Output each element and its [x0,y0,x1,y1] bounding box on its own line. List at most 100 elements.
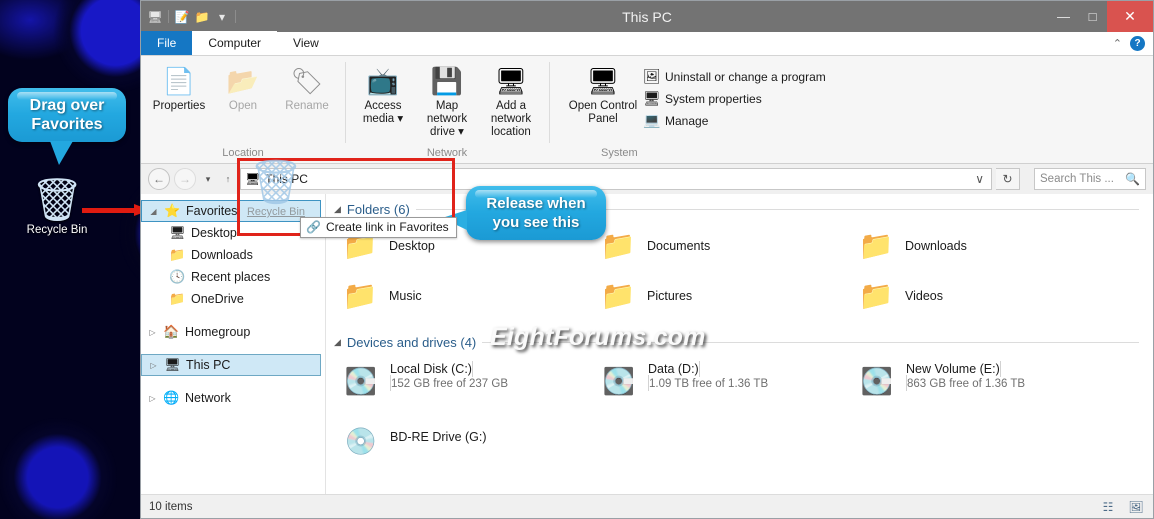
rename-button[interactable]: 🏷 Rename [275,60,339,113]
close-button[interactable]: ✕ [1107,1,1153,32]
system-properties-item[interactable]: 🖥 System properties [643,90,826,107]
list-item[interactable]: 💽 Data (D:) 1.09 TB free of 1.36 TB [598,354,856,414]
up-button[interactable]: ↑ [220,174,236,184]
back-button[interactable]: ← [148,168,170,190]
chevron-right-icon[interactable]: ▷ [147,394,158,403]
list-item[interactable]: 📁 Documents [598,221,856,271]
list-item-label: Videos [905,289,943,303]
open-icon: 📂 [226,66,260,96]
ribbon-group-network-items[interactable]: 📺 Access media ▾ 💾 Map network drive ▾ 🖥… [351,60,543,144]
view-toggle-group[interactable]: ☷ 🖼 [1099,499,1145,515]
list-item-label: BD-RE Drive (G:) [390,430,487,444]
breadcrumb[interactable]: This PC [265,172,308,186]
map-network-drive-icon: 💾 [430,66,464,96]
divider [482,342,1139,343]
help-icon[interactable]: ? [1130,36,1145,51]
recycle-bin-label: Recycle Bin [26,224,88,236]
sidebar-item-favorites[interactable]: ◢ ⭐ Favorites [141,200,321,222]
sidebar-item-label: This PC [186,358,231,372]
tab-computer[interactable]: Computer [192,31,278,55]
sidebar-item-onedrive[interactable]: 📁 OneDrive [141,288,325,310]
chevron-right-icon[interactable]: ▷ [147,328,158,337]
ribbon-group-location-items[interactable]: 📄 Properties 📂 Open 🏷 Rename [147,60,339,144]
window-title: This PC [622,8,672,25]
tab-file[interactable]: File [141,31,193,55]
this-pc-icon[interactable]: 🖥 [145,7,165,27]
ribbon-toolbar[interactable]: 📄 Properties 📂 Open 🏷 Rename Location 📺 … [141,56,1153,164]
address-bar-row[interactable]: ← → ▾ ↑ 🖥 This PC ∨ ↻ Search This ... 🔍 [141,164,1153,194]
rename-icon: 🏷 [290,66,324,96]
properties-button-label: Properties [152,100,206,112]
onedrive-folder-icon: 📁 [169,291,186,306]
sidebar-item-network[interactable]: ▷ 🌐 Network [141,387,325,409]
list-item[interactable]: 💽 Local Disk (C:) 152 GB free of 237 GB [340,354,598,414]
desktop-icon-recycle-bin[interactable]: 🗑 Recycle Bin [26,176,88,237]
recent-locations-caret-icon[interactable]: ▾ [200,174,216,185]
access-media-button[interactable]: 📺 Access media ▾ [351,60,415,126]
navigation-pane[interactable]: ◢ ⭐ Favorites 🖥 Desktop 📁 Downloads 🕓 Re… [141,194,326,494]
address-input[interactable]: 🖥 This PC ∨ [240,168,992,190]
chevron-down-icon[interactable]: ◢ [148,207,159,216]
list-item[interactable]: 📁 Music [340,271,598,321]
drives-grid[interactable]: 💽 Local Disk (C:) 152 GB free of 237 GB … [326,354,1153,474]
tab-view[interactable]: View [277,31,335,55]
section-header-devices-and-drives[interactable]: ◢ Devices and drives (4) [326,321,1153,354]
list-item[interactable]: 💽 New Volume (E:) 863 GB free of 1.36 TB [856,354,1114,414]
add-network-location-button[interactable]: 🖥 Add a network location [479,60,543,139]
desktop-icon: 🖥 [169,225,186,240]
map-network-drive-button[interactable]: 💾 Map network drive ▾ [415,60,479,139]
system-command-list[interactable]: 🖼 Uninstall or change a program 🖥 System… [643,60,826,129]
list-item[interactable]: 📁 Downloads [856,221,1114,271]
explorer-content: ◢ ⭐ Favorites 🖥 Desktop 📁 Downloads 🕓 Re… [141,194,1153,494]
chevron-up-icon[interactable]: ⌃ [1113,37,1122,50]
list-item[interactable]: 📁 Videos [856,271,1114,321]
search-input[interactable]: Search This ... 🔍 [1034,168,1146,190]
ribbon-tab-actions[interactable]: ⌃ ? [1113,32,1153,55]
window-controls[interactable]: — □ ✕ [1049,1,1153,32]
sidebar-item-label: Desktop [191,226,237,240]
recycle-bin-icon: 🗑 [30,176,84,223]
arrow-shaft [82,208,136,213]
chevron-right-icon[interactable]: ▷ [148,361,159,370]
quick-access-toolbar[interactable]: 🖥 📝 📁 ▾ [141,1,239,32]
large-icons-view-button[interactable]: 🖼 [1127,499,1145,515]
open-button[interactable]: 📂 Open [211,60,275,113]
forward-button[interactable]: → [174,168,196,190]
sidebar-item-desktop[interactable]: 🖥 Desktop [141,222,325,244]
customize-qat-icon[interactable]: ▾ [212,7,232,27]
chevron-down-icon[interactable]: ◢ [334,204,341,215]
list-item[interactable]: 💿 BD-RE Drive (G:) [340,414,598,474]
search-icon[interactable]: 🔍 [1125,172,1140,186]
properties-button[interactable]: 📄 Properties [147,60,211,113]
new-folder-icon[interactable]: 📁 [192,7,212,27]
maximize-button[interactable]: □ [1078,1,1107,32]
list-item-label: Pictures [647,289,693,303]
sidebar-item-recent-places[interactable]: 🕓 Recent places [141,266,325,288]
minimize-button[interactable]: — [1049,1,1078,32]
chevron-down-icon[interactable]: ◢ [334,337,341,348]
access-media-icon: 📺 [366,66,400,96]
file-list-pane[interactable]: ◢ Folders (6) 📁 Desktop 📁 Documents 📁 Do… [326,194,1153,494]
details-view-button[interactable]: ☷ [1099,499,1117,515]
window-title-bar[interactable]: 🖥 📝 📁 ▾ This PC — □ ✕ [141,1,1153,32]
sidebar-item-this-pc[interactable]: ▷ 🖥 This PC [141,354,321,376]
ribbon-tab-strip[interactable]: File Computer View ⌃ ? [141,31,1153,56]
refresh-button[interactable]: ↻ [996,168,1020,190]
drive-icon: 💽 [602,366,636,396]
access-media-button-label: Access media ▾ [362,100,404,125]
address-dropdown-caret-icon[interactable]: ∨ [975,172,987,186]
list-item-label: Music [389,289,422,303]
drive-info: BD-RE Drive (G:) [390,418,487,444]
ribbon-group-system-items[interactable]: 🖥 Open Control Panel 🖼 Uninstall or chan… [563,60,826,144]
properties-icon[interactable]: 📝 [172,7,192,27]
this-pc-icon: 🖥 [245,172,261,186]
this-pc-icon: 🖥 [164,357,181,372]
manage-item[interactable]: 💻 Manage [643,112,826,129]
manage-label: Manage [665,113,709,128]
sidebar-item-label: Network [185,391,231,405]
open-control-panel-button[interactable]: 🖥 Open Control Panel [563,60,643,126]
uninstall-program-item[interactable]: 🖼 Uninstall or change a program [643,68,826,85]
list-item[interactable]: 📁 Pictures [598,271,856,321]
sidebar-item-downloads[interactable]: 📁 Downloads [141,244,325,266]
sidebar-item-homegroup[interactable]: ▷ 🏠 Homegroup [141,321,325,343]
